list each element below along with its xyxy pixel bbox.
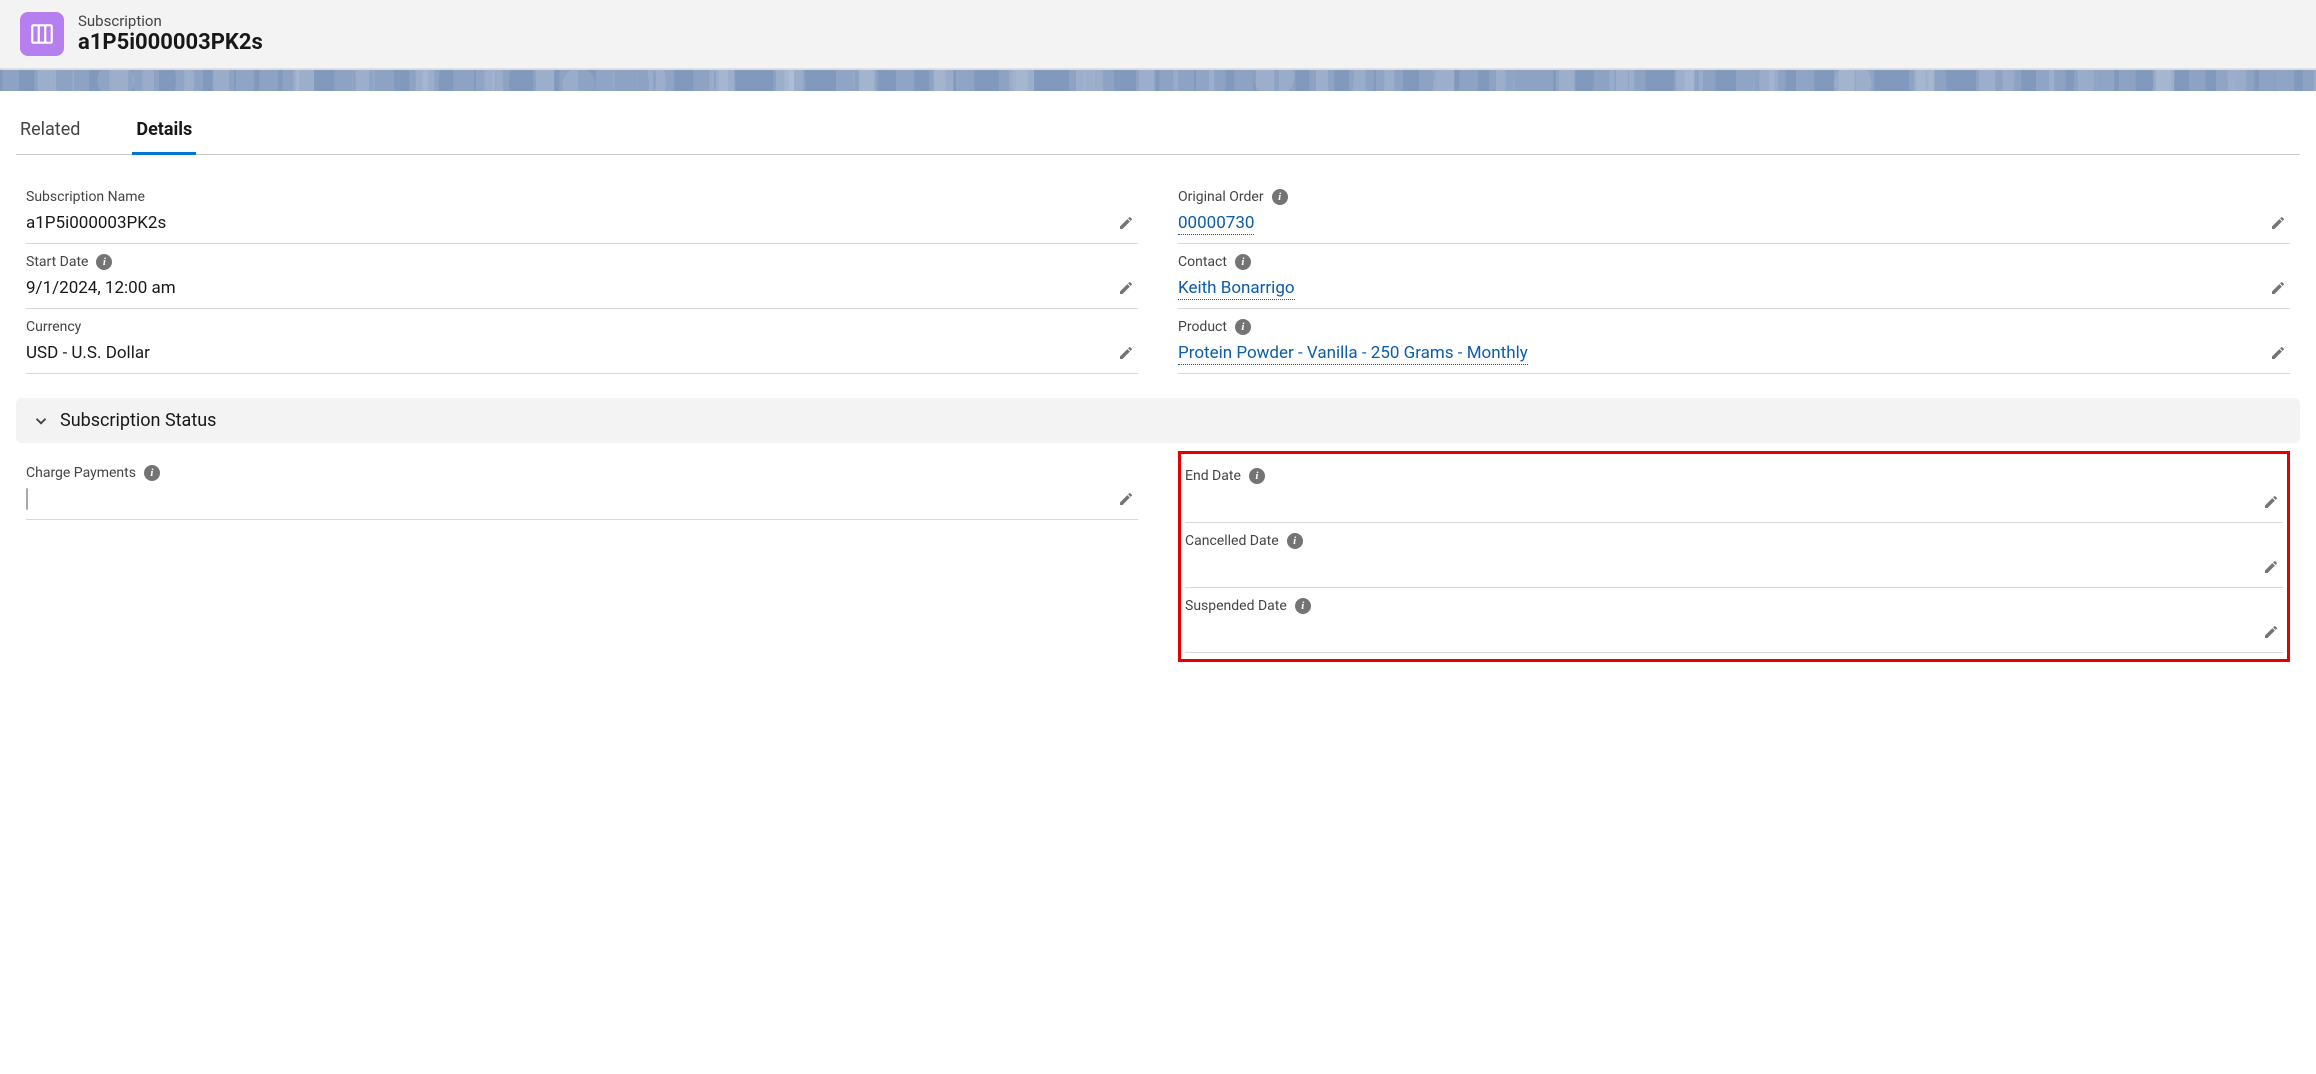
- field-end-date: End Date i: [1185, 458, 2283, 523]
- edit-icon[interactable]: [1114, 487, 1138, 511]
- field-original-order: Original Order i 00000730: [1178, 179, 2290, 244]
- value-subscription-name: a1P5i000003PK2s: [26, 213, 1114, 233]
- edit-icon[interactable]: [2266, 211, 2290, 235]
- edit-icon[interactable]: [2259, 490, 2283, 514]
- info-icon[interactable]: i: [1295, 598, 1311, 614]
- edit-icon[interactable]: [1114, 211, 1138, 235]
- checkbox-charge-payments[interactable]: [26, 488, 28, 510]
- label-suspended-date: Suspended Date: [1185, 598, 1287, 614]
- tab-related[interactable]: Related: [16, 109, 84, 155]
- field-currency: Currency USD - U.S. Dollar: [26, 309, 1138, 374]
- details-grid: Subscription Name a1P5i000003PK2s Start …: [16, 179, 2300, 374]
- field-contact: Contact i Keith Bonarrigo: [1178, 244, 2290, 309]
- tab-bar: Related Details: [16, 109, 2300, 155]
- info-icon[interactable]: i: [1272, 189, 1288, 205]
- entity-name: a1P5i000003PK2s: [78, 30, 263, 56]
- section-toggle-subscription-status[interactable]: Subscription Status: [16, 398, 2300, 443]
- status-grid: Charge Payments i End Date i: [16, 455, 2300, 662]
- field-suspended-date: Suspended Date i: [1185, 588, 2283, 653]
- edit-icon[interactable]: [1114, 276, 1138, 300]
- field-start-date: Start Date i 9/1/2024, 12:00 am: [26, 244, 1138, 309]
- label-product: Product: [1178, 319, 1227, 335]
- label-charge-payments: Charge Payments: [26, 465, 136, 481]
- value-currency: USD - U.S. Dollar: [26, 343, 1114, 363]
- label-end-date: End Date: [1185, 468, 1241, 484]
- info-icon[interactable]: i: [1249, 468, 1265, 484]
- info-icon[interactable]: i: [1287, 533, 1303, 549]
- decorative-band: [0, 69, 2316, 91]
- edit-icon[interactable]: [2259, 620, 2283, 644]
- link-original-order[interactable]: 00000730: [1178, 213, 1254, 235]
- field-cancelled-date: Cancelled Date i: [1185, 523, 2283, 588]
- label-start-date: Start Date: [26, 254, 88, 270]
- label-cancelled-date: Cancelled Date: [1185, 533, 1279, 549]
- link-contact[interactable]: Keith Bonarrigo: [1178, 278, 1295, 300]
- section-title: Subscription Status: [60, 410, 216, 431]
- value-start-date: 9/1/2024, 12:00 am: [26, 278, 1114, 298]
- info-icon[interactable]: i: [96, 254, 112, 270]
- label-subscription-name: Subscription Name: [26, 189, 145, 205]
- subscription-icon: [20, 12, 64, 56]
- label-contact: Contact: [1178, 254, 1227, 270]
- link-product[interactable]: Protein Powder - Vanilla - 250 Grams - M…: [1178, 343, 1528, 365]
- label-original-order: Original Order: [1178, 189, 1264, 205]
- field-product: Product i Protein Powder - Vanilla - 250…: [1178, 309, 2290, 374]
- edit-icon[interactable]: [2266, 341, 2290, 365]
- highlighted-dates-box: End Date i Cancelled Date i: [1178, 451, 2290, 662]
- info-icon[interactable]: i: [1235, 254, 1251, 270]
- tab-details[interactable]: Details: [132, 109, 196, 155]
- edit-icon[interactable]: [1114, 341, 1138, 365]
- info-icon[interactable]: i: [1235, 319, 1251, 335]
- info-icon[interactable]: i: [144, 465, 160, 481]
- field-subscription-name: Subscription Name a1P5i000003PK2s: [26, 179, 1138, 244]
- edit-icon[interactable]: [2259, 555, 2283, 579]
- page-header: Subscription a1P5i000003PK2s: [0, 0, 2316, 69]
- edit-icon[interactable]: [2266, 276, 2290, 300]
- label-currency: Currency: [26, 319, 81, 335]
- chevron-down-icon: [32, 412, 50, 430]
- field-charge-payments: Charge Payments i: [26, 455, 1138, 520]
- entity-type-label: Subscription: [78, 12, 263, 30]
